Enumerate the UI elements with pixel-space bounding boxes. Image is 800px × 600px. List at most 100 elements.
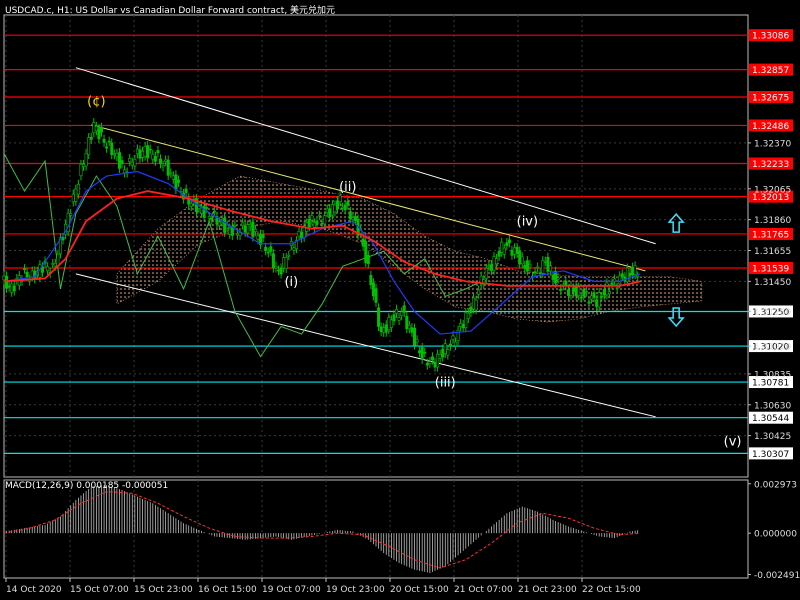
candle-body: [143, 146, 147, 157]
candle-body: [312, 222, 316, 228]
candle-body: [71, 193, 75, 203]
candle-body: [430, 356, 434, 361]
candle-body: [474, 299, 478, 311]
axis-tick-label: 1.31020: [754, 343, 791, 353]
candle-body: [99, 126, 103, 133]
candle-body: [153, 156, 157, 162]
candle-body: [107, 140, 111, 143]
candle-body: [241, 222, 245, 226]
candle-body: [466, 312, 470, 319]
candle-body: [274, 265, 278, 269]
candle-body: [161, 164, 165, 168]
candle-body: [364, 241, 368, 263]
candle-body: [336, 200, 340, 210]
candle-body: [266, 251, 270, 254]
candle-body: [30, 270, 34, 278]
candle-body: [541, 260, 545, 274]
candle-body: [497, 251, 501, 257]
candle-body: [525, 260, 529, 272]
candle-body: [138, 149, 142, 159]
level-value: 1.33086: [752, 32, 789, 42]
candle-body: [384, 324, 388, 333]
candle-body: [130, 161, 134, 166]
chart-canvas[interactable]: 1.33086 1.32857 1.32675 1.32486 1.32233 1.320…: [0, 0, 800, 600]
candle-body: [533, 271, 537, 274]
candle-body: [513, 247, 517, 255]
candle-body: [397, 317, 401, 321]
candle-body: [251, 222, 255, 238]
axis-tick-label: 1.30630: [754, 401, 791, 411]
candle-body: [451, 335, 455, 340]
candle-body: [225, 224, 229, 229]
macd-tick-label: 0.000000: [754, 530, 797, 540]
candle-body: [238, 232, 242, 236]
candle-body: [284, 257, 288, 269]
time-tick-label: 15 Oct 23:00: [134, 585, 193, 595]
candle-body: [443, 343, 447, 354]
candle-body: [425, 362, 429, 366]
candle-body: [123, 169, 127, 174]
candle-body: [469, 306, 473, 314]
candle-body: [446, 349, 450, 356]
candle-body: [151, 153, 155, 160]
candle-body: [148, 148, 152, 151]
candle-body: [223, 217, 227, 233]
candle-body: [343, 204, 347, 211]
candle-body: [523, 265, 527, 269]
candle-body: [325, 208, 329, 213]
candle-body: [454, 341, 458, 346]
macd-tick-label: 0.002973: [754, 480, 797, 490]
candle-body: [433, 362, 437, 368]
candle-body: [495, 258, 499, 265]
candle-body: [577, 286, 581, 296]
candle-body: [628, 272, 632, 276]
candle-body: [595, 299, 599, 307]
wave-label: (¢): [87, 94, 105, 109]
wave-label: (ii): [339, 180, 356, 195]
candle-body: [61, 237, 65, 241]
time-tick-label: 19 Oct 23:00: [326, 585, 385, 595]
candle-body: [318, 214, 322, 217]
candle-body: [407, 324, 411, 330]
candle-body: [320, 222, 324, 225]
candle-body: [371, 282, 375, 297]
candle-body: [605, 282, 609, 296]
candle-body: [307, 218, 311, 228]
candle-body: [361, 238, 365, 247]
candle-body: [338, 195, 342, 203]
candle-body: [515, 247, 519, 254]
candle-body: [559, 288, 563, 291]
candle-body: [164, 159, 168, 162]
candle-body: [76, 183, 80, 195]
candle-body: [256, 235, 260, 240]
time-tick-label: 14 Oct 2020: [6, 585, 62, 595]
candle-body: [158, 158, 162, 165]
candle-body: [620, 273, 624, 277]
candle-body: [141, 151, 145, 158]
candle-body: [438, 354, 442, 359]
candle-body: [166, 159, 170, 176]
candle-body: [507, 239, 511, 244]
candle-body: [46, 266, 50, 271]
level-value: 1.32486: [752, 122, 789, 132]
candle-body: [392, 314, 396, 322]
time-tick-label: 21 Oct 23:00: [518, 585, 577, 595]
axis-tick-label: 1.30835: [754, 370, 791, 380]
candle-body: [566, 289, 570, 296]
axis-tick-label: 1.32370: [754, 139, 791, 149]
axis-tick-label: 1.30425: [754, 432, 791, 442]
candle-body: [53, 262, 57, 267]
candle-body: [579, 296, 583, 299]
candle-body: [207, 216, 211, 219]
candle-body: [428, 361, 432, 364]
candle-body: [502, 247, 506, 255]
candle-body: [536, 266, 540, 269]
candle-body: [610, 282, 614, 286]
candle-body: [69, 213, 73, 216]
level-value: 1.30307: [752, 450, 789, 460]
candle-body: [297, 230, 301, 237]
candle-body: [590, 295, 594, 300]
candle-body: [310, 215, 314, 221]
candle-body: [489, 264, 493, 271]
candle-body: [279, 267, 283, 275]
